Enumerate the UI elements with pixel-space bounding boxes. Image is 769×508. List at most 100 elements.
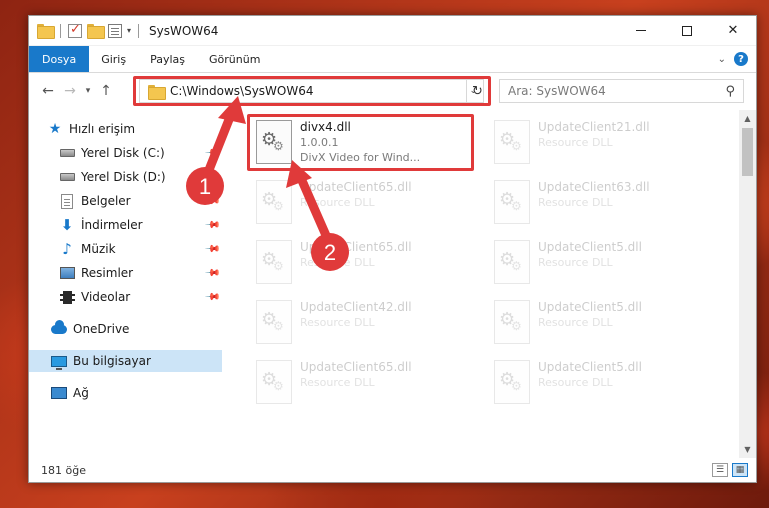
properties-check-icon[interactable] [68,22,82,38]
tab-home[interactable]: Giriş [89,46,138,72]
file-description: Resource DLL [538,196,613,209]
network-icon [51,385,67,401]
file-description: Resource DLL [300,316,375,329]
refresh-button[interactable]: ↻ [466,79,488,103]
minimize-icon [636,30,646,31]
file-item[interactable]: UpdateClient42.dll Resource DLL [250,296,472,352]
dll-file-icon [494,120,530,164]
file-item[interactable]: UpdateClient5.dll Resource DLL [488,356,710,412]
sidebar-item-label: İndirmeler [81,218,143,232]
tab-view[interactable]: Görünüm [197,46,272,72]
dll-file-icon [494,300,530,344]
star-icon: ★ [48,121,62,137]
ribbon-right-controls: ⌄ ? [718,46,756,72]
sidebar-item-pictures[interactable]: Resimler 📌 [59,262,222,284]
refresh-icon: ↻ [472,83,483,99]
file-item[interactable]: UpdateClient63.dll Resource DLL [488,176,710,232]
file-version: 1.0.0.1 [300,136,339,149]
sidebar-item-onedrive[interactable]: OneDrive [51,318,222,340]
file-name: UpdateClient21.dll [538,120,650,134]
file-item[interactable]: UpdateClient65.dll Resource DLL [250,356,472,412]
sidebar-item-local-disk-c[interactable]: Yerel Disk (C:) 📌 [59,142,222,164]
sidebar-item-downloads[interactable]: ⬇ İndirmeler 📌 [59,214,222,236]
address-bar[interactable]: C:\Windows\SysWOW64 ⌄ [139,79,484,103]
file-item[interactable]: UpdateClient65.dll Resource DLL [250,236,472,292]
sidebar-item-this-pc[interactable]: Bu bilgisayar [29,350,222,372]
file-list: divx4.dll 1.0.0.1 DivX Video for Wind...… [244,110,738,458]
navigation-bar: ← → ▾ ↑ C:\Windows\SysWOW64 ⌄ ↻ Ara: Sys… [29,73,756,109]
sidebar-item-quick-access[interactable]: ★ Hızlı erişim [47,118,240,140]
item-count: 181 öğe [41,463,86,477]
sidebar-item-network[interactable]: Ağ [51,382,222,404]
tiles-view-icon[interactable]: ▦ [732,463,748,477]
help-icon[interactable]: ? [734,52,748,66]
file-item[interactable]: UpdateClient65.dll Resource DLL [250,176,472,232]
file-description: Resource DLL [538,316,613,329]
file-item[interactable]: UpdateClient21.dll Resource DLL [488,116,710,172]
back-arrow-icon[interactable]: ← [37,83,59,99]
search-icon[interactable]: ⚲ [725,84,735,99]
dll-file-icon [494,360,530,404]
file-name: UpdateClient65.dll [300,240,412,254]
close-button[interactable]: ✕ [710,16,756,46]
properties-icon[interactable] [108,23,122,38]
scrollbar-thumb[interactable] [742,128,753,176]
sidebar-item-label: Bu bilgisayar [73,354,151,368]
search-placeholder: Ara: SysWOW64 [508,84,606,98]
file-name: divx4.dll [300,120,351,134]
toolbar-separator [60,23,61,38]
file-description: Resource DLL [300,376,375,389]
dll-file-icon [256,240,292,284]
dll-file-icon [256,360,292,404]
tab-file[interactable]: Dosya [29,46,90,72]
downloads-icon: ⬇ [60,216,74,234]
recent-locations-chevron-icon[interactable]: ▾ [81,86,95,96]
scroll-down-icon[interactable]: ▼ [739,441,756,458]
file-item[interactable]: UpdateClient5.dll Resource DLL [488,296,710,352]
up-arrow-icon[interactable]: ↑ [95,83,117,99]
dll-file-icon [494,240,530,284]
customize-toolbar-chevron-icon[interactable]: ▾ [127,26,131,35]
folder-icon [148,84,166,100]
details-view-icon[interactable]: ☰ [712,463,728,477]
toolbar-separator [138,23,140,38]
pictures-icon [59,265,75,281]
file-description: Resource DLL [538,256,613,269]
minimize-button[interactable] [618,16,664,46]
sidebar-item-videos[interactable]: Videolar 📌 [59,286,222,308]
scroll-up-icon[interactable]: ▲ [739,110,756,127]
music-icon: ♪ [62,240,72,258]
sidebar-item-label: Resimler [81,266,134,280]
view-buttons: ☰ ▦ [712,463,756,477]
file-item[interactable]: UpdateClient5.dll Resource DLL [488,236,710,292]
maximize-button[interactable] [664,16,710,46]
pin-icon[interactable]: 📌 [203,289,220,306]
search-box[interactable]: Ara: SysWOW64 ⚲ [499,79,744,103]
pin-icon[interactable]: 📌 [203,193,220,210]
sidebar-item-music[interactable]: ♪ Müzik 📌 [59,238,222,260]
sidebar-item-label: Hızlı erişim [69,122,136,136]
sidebar-item-documents[interactable]: Belgeler 📌 [59,190,222,212]
pin-icon[interactable]: 📌 [203,217,220,234]
sidebar-item-label: Yerel Disk (C:) [81,146,165,160]
videos-icon [59,289,75,305]
forward-arrow-icon[interactable]: → [59,83,81,99]
new-folder-icon[interactable] [87,24,105,39]
disk-icon [59,169,75,185]
file-name: UpdateClient63.dll [538,180,650,194]
sidebar-item-label: OneDrive [73,322,130,336]
sidebar-item-local-disk-d[interactable]: Yerel Disk (D:) 📌 [59,166,222,188]
pin-icon[interactable]: 📌 [203,169,220,186]
computer-icon [51,353,67,370]
file-item-divx4[interactable]: divx4.dll 1.0.0.1 DivX Video for Wind... [250,116,472,172]
pin-icon[interactable]: 📌 [203,265,220,282]
file-description: DivX Video for Wind... [300,151,421,164]
pin-icon[interactable]: 📌 [203,145,220,162]
tab-share[interactable]: Paylaş [138,46,197,72]
pin-icon[interactable]: 📌 [203,241,220,258]
file-name: UpdateClient42.dll [300,300,412,314]
vertical-scrollbar[interactable]: ▲ ▼ [739,110,756,458]
address-path[interactable]: C:\Windows\SysWOW64 [170,84,314,98]
file-name: UpdateClient65.dll [300,360,412,374]
expand-ribbon-chevron-icon[interactable]: ⌄ [718,54,726,65]
